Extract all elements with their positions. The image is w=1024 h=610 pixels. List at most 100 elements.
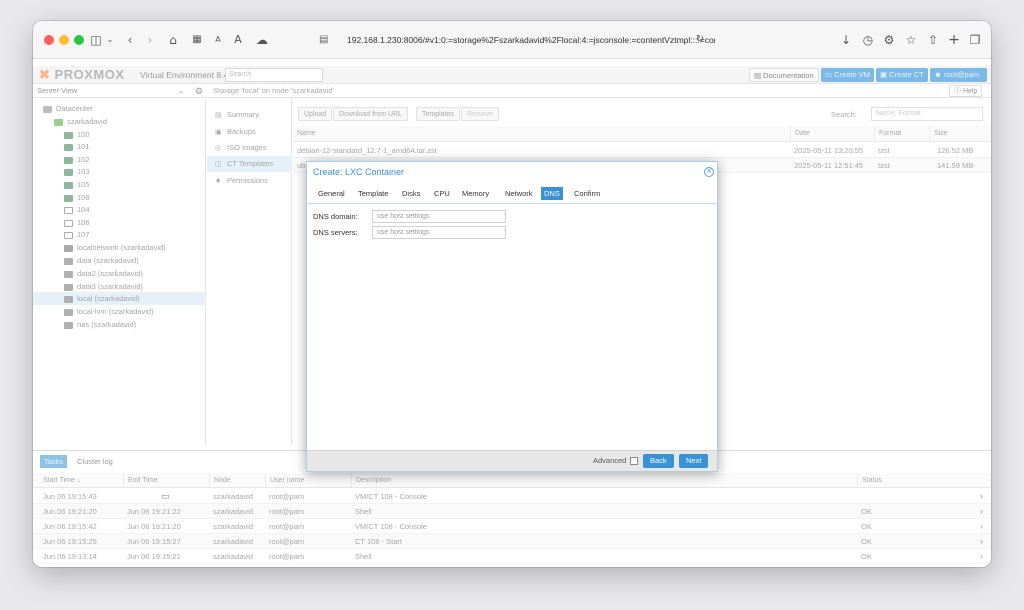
templates-button[interactable]: Templates [416, 107, 460, 121]
task-end: Jun 06 19:21:22 [127, 507, 181, 516]
cell-format: tzst [878, 146, 890, 155]
download-icon[interactable]: ↓ [838, 30, 854, 50]
nav-item-permissions[interactable]: ♦ Permissions [207, 173, 292, 189]
documentation-button[interactable]: ▤ Documentation [749, 68, 819, 82]
close-icon[interactable]: ✕ [704, 167, 714, 177]
forward-icon[interactable]: › [143, 30, 157, 50]
tree-item-vm-107[interactable]: 107 [64, 228, 90, 241]
tabs-overview-icon[interactable]: ❐ [967, 30, 983, 50]
task-user: root@pam [269, 507, 305, 516]
tree-item-storage-data[interactable]: data (szarkadavid) [64, 254, 139, 267]
tree-item-storage-data2[interactable]: data2 (szarkadavid) [64, 267, 143, 280]
tab-dns[interactable]: DNS [541, 187, 563, 200]
tree-item-node[interactable]: szarkadavid [54, 115, 107, 128]
dns-servers-input[interactable]: use host settings [372, 226, 506, 239]
cell-size: 141.59 MB [937, 161, 974, 170]
tab-network[interactable]: Network [502, 187, 536, 200]
task-row[interactable]: Jun 06 19:13:14 Jun 06 19:15:21 szarkada… [33, 549, 991, 564]
text-larger-icon[interactable]: A [232, 30, 244, 50]
tree-item-storage-local-lvm[interactable]: local-lvm (szarkadavid) [64, 305, 154, 318]
history-icon[interactable]: ◷ [860, 30, 876, 50]
global-search-input[interactable]: Search [225, 68, 323, 82]
chevron-right-icon[interactable]: › [980, 489, 983, 504]
reload-icon[interactable]: ↻ [693, 30, 707, 50]
minimize-window-button[interactable] [59, 35, 69, 45]
chevron-right-icon[interactable]: › [980, 549, 983, 564]
table-row[interactable]: debian-12-standard_12.7-1_amd64.tar.zst … [293, 143, 991, 158]
task-row[interactable]: Jun 06 19:15:42 Jun 06 19:21:20 szarkada… [33, 519, 991, 534]
remove-button[interactable]: Remove [461, 107, 500, 121]
column-start-time[interactable]: Start Time ↓ [39, 473, 123, 488]
nav-item-iso-images[interactable]: ◎ ISO Images [207, 140, 292, 156]
tab-memory[interactable]: Memory [459, 187, 492, 200]
tab-cpu[interactable]: CPU [431, 187, 453, 200]
help-button[interactable]: ⓘ Help [949, 85, 983, 97]
tab-cluster-log[interactable]: Cluster log [73, 455, 117, 468]
star-icon[interactable]: ☆ [903, 30, 919, 50]
share-icon[interactable]: ⇧ [925, 30, 941, 50]
task-status: OK [861, 522, 872, 531]
column-date[interactable]: Date [790, 126, 874, 142]
tree-item-localnetwork[interactable]: localnetwork (szarkadavid) [64, 241, 166, 254]
chevron-right-icon[interactable]: › [980, 534, 983, 549]
unlock-icon: ♦ [215, 177, 222, 185]
gear-icon[interactable]: ⚙ [881, 30, 897, 50]
close-window-button[interactable] [44, 35, 54, 45]
text-smaller-icon[interactable]: A [213, 30, 223, 50]
server-view-select[interactable]: Server View ⌄ [33, 84, 206, 98]
container-icon [64, 168, 73, 176]
tree-item-ct-103[interactable]: 103 [64, 165, 90, 178]
tree-item-storage-nas[interactable]: nas (szarkadavid) [64, 318, 136, 331]
task-row[interactable]: Jun 06 19:21:20 Jun 06 19:21:22 szarkada… [33, 504, 991, 519]
upload-button[interactable]: Upload [298, 107, 333, 121]
column-description[interactable]: Description [351, 473, 857, 488]
back-button[interactable]: Back [643, 454, 674, 468]
tree-item-ct-105[interactable]: 105 [64, 178, 90, 191]
gear-icon[interactable]: ⚙ [192, 84, 206, 98]
search-input[interactable]: Name, Format [871, 107, 983, 121]
monitor-icon: ▭ [161, 491, 170, 501]
create-ct-button[interactable]: ▣ Create CT [876, 68, 928, 82]
tab-tasks[interactable]: Tasks [40, 455, 68, 468]
column-user[interactable]: User name [265, 473, 351, 488]
advanced-checkbox[interactable] [630, 457, 638, 465]
column-size[interactable]: Size [929, 126, 991, 142]
tab-disks[interactable]: Disks [399, 187, 423, 200]
nav-item-backups[interactable]: ▣ Backups [207, 124, 292, 140]
sidebar-icon[interactable]: ◫ [87, 30, 105, 50]
book-icon: ▤ [754, 71, 764, 80]
zoom-window-button[interactable] [74, 35, 84, 45]
tree-item-ct-101[interactable]: 101 [64, 140, 90, 153]
tab-template[interactable]: Template [355, 187, 391, 200]
tab-general[interactable]: General [315, 187, 348, 200]
nav-item-summary[interactable]: ▤ Summary [207, 107, 292, 123]
create-vm-button[interactable]: ▭ Create VM [821, 68, 875, 82]
nav-item-ct-templates[interactable]: ◫ CT Templates [207, 156, 292, 172]
dns-domain-input[interactable]: use host settings [372, 210, 506, 223]
grid-icon[interactable]: ▦ [189, 30, 205, 50]
column-node[interactable]: Node [209, 473, 265, 488]
task-user: root@pam [269, 492, 305, 501]
cloud-icon[interactable]: ☁ [254, 30, 270, 50]
column-status[interactable]: Status [857, 473, 971, 488]
column-format[interactable]: Format [874, 126, 929, 142]
tree-item-storage-local[interactable]: local (szarkadavid) [33, 292, 206, 305]
download-url-button[interactable]: Download from URL [333, 107, 409, 121]
chevron-right-icon[interactable]: › [980, 519, 983, 534]
tree-item-datacenter[interactable]: Datacenter [43, 102, 93, 115]
templates-grid-header: Name Date Format Size [293, 126, 991, 142]
user-menu-button[interactable]: ☻ root@pam ⌄ [930, 68, 987, 93]
home-icon[interactable]: ⌂ [165, 30, 181, 50]
task-row[interactable]: Jun 06 19:15:43 ▭ szarkadavid root@pam V… [33, 489, 991, 504]
task-row[interactable]: Jun 06 19:15:25 Jun 06 19:15:27 szarkada… [33, 534, 991, 549]
address-bar[interactable]: ▤ 192.168.1.230:8006/#v1:0:=storage%2Fsz… [311, 28, 715, 52]
chevron-right-icon[interactable]: › [980, 504, 983, 519]
tab-confirm[interactable]: Confirm [571, 187, 603, 200]
column-end-time[interactable]: End Time [123, 473, 209, 488]
back-icon[interactable]: ‹ [123, 30, 137, 50]
column-name[interactable]: Name [293, 126, 790, 142]
new-tab-icon[interactable]: + [946, 30, 962, 50]
next-button[interactable]: Next [679, 454, 709, 468]
chevron-down-icon[interactable]: ⌄ [105, 30, 115, 50]
tree-item-vm-104[interactable]: 104 [64, 203, 90, 216]
